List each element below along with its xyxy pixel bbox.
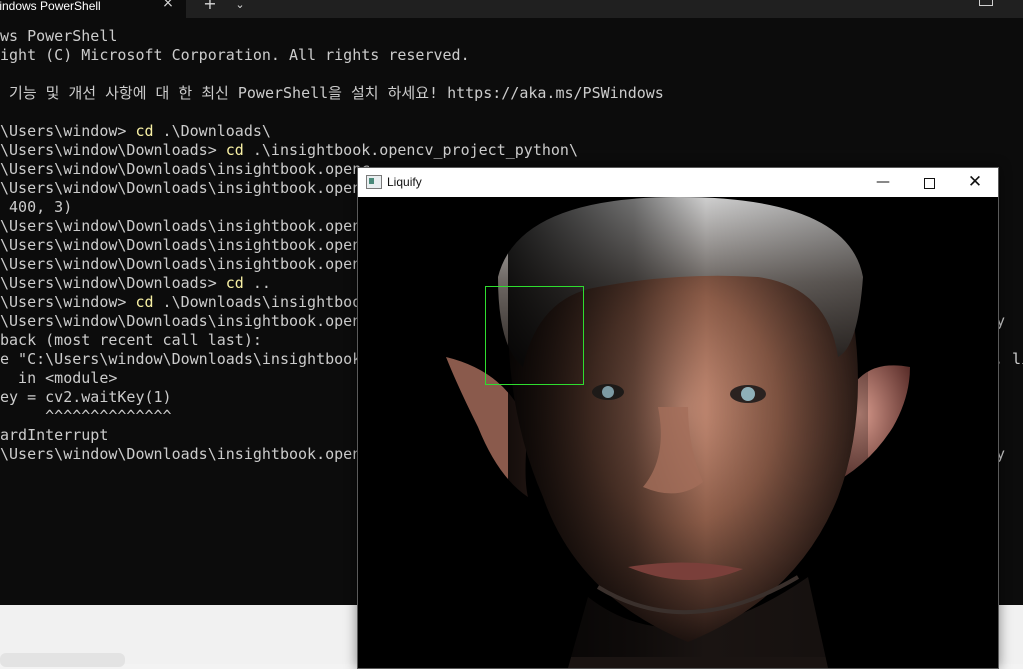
terminal-argument: .. [243,274,271,292]
terminal-line-text: back (most recent call last): [0,331,262,349]
window-title: Liquify [387,175,422,189]
terminal-tab-bar: Windows PowerShell × + ⌄ [0,0,1023,18]
terminal-line: \Users\window\Downloads> cd .\insightboo… [0,141,1023,160]
terminal-line-text: \Users\window> [0,122,136,140]
liquify-title-bar[interactable]: Liquify — ✕ [358,168,998,197]
tab-windows-powershell[interactable]: Windows PowerShell × [0,0,186,18]
terminal-line-text: ey = cv2.waitKey(1) [0,388,172,406]
terminal-line-text: 400, 3) [0,198,73,216]
terminal-line-text: ight (C) Microsoft Corporation. All righ… [0,46,470,64]
background-tab [0,653,125,667]
terminal-argument: .\Downloads\ [153,122,271,140]
tab-close-icon[interactable]: × [160,0,176,11]
maximize-icon[interactable] [979,0,993,6]
terminal-line: ight (C) Microsoft Corporation. All righ… [0,46,1023,65]
chevron-down-icon[interactable]: ⌄ [230,0,250,14]
terminal-line-text: \Users\window\Downloads> [0,274,226,292]
minimize-button[interactable]: — [860,168,906,197]
terminal-line: ws PowerShell [0,27,1023,46]
terminal-line-text: e "C:\Users\window\Downloads\insightbook [0,350,362,368]
terminal-line: \Users\window> cd .\Downloads\ [0,122,1023,141]
new-tab-icon[interactable]: + [200,0,220,13]
terminal-argument: .\Downloads\insightbook [153,293,371,311]
terminal-line-text: ardInterrupt [0,426,109,444]
terminal-line-text: \Users\window\Downloads\insightbook.open… [0,255,371,273]
terminal-line-text: \Users\window\Downloads\insightbook.open… [0,160,371,178]
maximize-icon [923,178,935,189]
face-image [358,197,998,668]
selection-rectangle[interactable] [485,286,584,385]
image-canvas[interactable] [358,197,998,668]
terminal-line-text: ws PowerShell [0,27,118,45]
terminal-command: cd [135,122,154,140]
terminal-line-text: \Users\window\Downloads> [0,141,226,159]
terminal-argument: .\insightbook.opencv_project_python\ [243,141,578,159]
terminal-line-text: \Users\window\Downloads\insightbook.open… [0,236,371,254]
app-icon [366,175,382,189]
terminal-command: cd [135,293,154,311]
terminal-line-text: \Users\window\Downloads\insightbook.open… [0,179,371,197]
terminal-line-text: \Users\window\Downloads\insightbook.open… [0,312,371,330]
maximize-button[interactable] [906,168,952,197]
terminal-command: cd [225,274,244,292]
terminal-line-text: \Users\window\Downloads\insightbook.open… [0,445,371,463]
terminal-line-text: ^^^^^^^^^^^^^^ [0,407,172,425]
terminal-line-text: 기능 및 개선 사항에 대 한 최신 PowerShell을 설치 하세요! h… [0,84,664,102]
liquify-window[interactable]: Liquify — ✕ [357,167,999,669]
terminal-line: 기능 및 개선 사항에 대 한 최신 PowerShell을 설치 하세요! h… [0,84,1023,103]
terminal-line-text: in <module> [0,369,118,387]
terminal-line-text: \Users\window\Downloads\insightbook.open… [0,217,371,235]
tab-title: Windows PowerShell [0,0,101,13]
terminal-command: cd [225,141,244,159]
terminal-line-text: \Users\window> [0,293,136,311]
close-button[interactable]: ✕ [952,168,998,197]
